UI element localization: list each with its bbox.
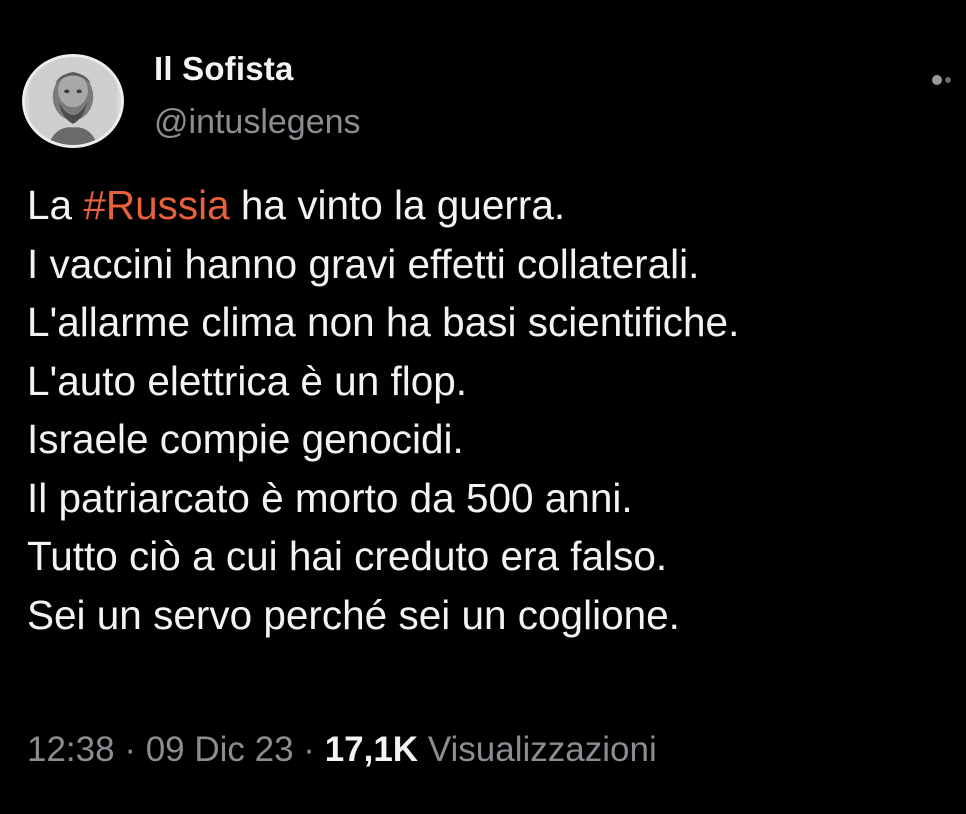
views-count[interactable]: 17,1K bbox=[325, 730, 418, 769]
tweet-date[interactable]: 09 Dic 23 bbox=[146, 730, 294, 769]
tweet-line: Tutto ciò a cui hai creduto era falso. bbox=[27, 533, 668, 579]
tweet-text: La #Russia ha vinto la guerra. I vaccini… bbox=[27, 176, 952, 644]
tweet-line: L'auto elettrica è un flop. bbox=[27, 357, 468, 404]
hashtag-link[interactable]: #Russia bbox=[83, 182, 229, 228]
meta-separator: · bbox=[114, 730, 146, 769]
tweet-line: Israele compie genocidi. bbox=[27, 416, 464, 462]
avatar[interactable] bbox=[22, 54, 124, 148]
tweet-text-segment: La bbox=[27, 182, 84, 228]
tweet-text-segment: ha vinto la guerra. bbox=[229, 182, 566, 228]
more-options-icon[interactable] bbox=[929, 72, 959, 88]
tweet-line: La #Russia ha vinto la guerra. bbox=[27, 176, 952, 235]
tweet-line: Sei un servo perché sei un coglione. bbox=[27, 591, 680, 638]
author-display-name[interactable]: Il Sofista bbox=[154, 50, 294, 88]
tweet-metadata: 12:38 · 09 Dic 23 · 17,1K Visualizzazion… bbox=[27, 730, 657, 770]
tweet-line: L'allarme clima non ha basi scientifiche… bbox=[27, 299, 740, 345]
tweet-card: Il Sofista @intuslegens La #Russia ha vi… bbox=[0, 0, 966, 814]
meta-separator: · bbox=[293, 730, 325, 769]
bust-portrait-icon bbox=[29, 57, 117, 145]
tweet-line: Il patriarcato è morto da 500 anni. bbox=[27, 474, 633, 521]
tweet-line: I vaccini hanno gravi effetti collateral… bbox=[27, 240, 700, 287]
author-handle[interactable]: @intuslegens bbox=[154, 103, 361, 142]
tweet-time[interactable]: 12:38 bbox=[27, 730, 115, 769]
views-label: Visualizzazioni bbox=[418, 730, 657, 769]
